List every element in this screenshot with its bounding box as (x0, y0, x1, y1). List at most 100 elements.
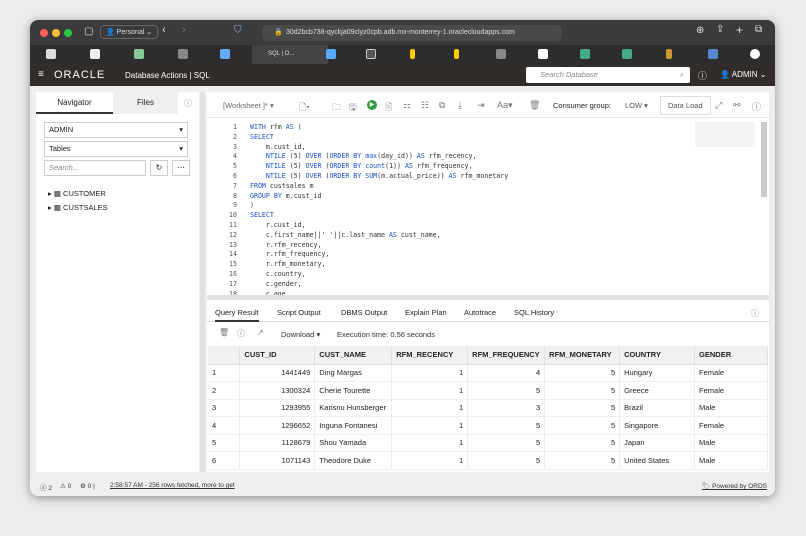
tab-favicon-icon[interactable] (750, 49, 760, 59)
user-menu[interactable]: 👤 ADMIN ⌄ (720, 70, 766, 79)
table-cell[interactable]: 1071143 (239, 451, 316, 470)
case-icon[interactable]: Aa▾ (497, 100, 513, 111)
tree-item-custsales[interactable]: ▸ ▦ CUSTSALES (48, 203, 108, 212)
close-window-button[interactable] (40, 29, 48, 37)
tab-favicon-icon[interactable] (220, 49, 230, 59)
tab-sql-history[interactable]: SQL History (514, 308, 554, 317)
table-row[interactable]: 2 1300324 Cherie Tourette 1 5 5 Greece Female (208, 381, 768, 400)
navigator-search-input[interactable]: Search... (44, 160, 146, 176)
tab-favicon-icon[interactable] (46, 49, 56, 59)
expand-icon[interactable]: ⤢ (715, 100, 722, 111)
table-cell[interactable]: Karisnu Hunsberger (314, 399, 393, 417)
tab-favicon-icon[interactable] (90, 49, 100, 59)
table-cell[interactable]: Female (694, 381, 768, 400)
table-cell[interactable]: 4 (208, 416, 241, 435)
tree-item-customer[interactable]: ▸ ▦ CUSTOMER (48, 189, 106, 198)
tab-favicon-icon[interactable] (580, 49, 590, 59)
table-cell[interactable]: 2 (208, 381, 241, 400)
column-header[interactable] (208, 346, 241, 365)
table-cell[interactable]: Greece (619, 381, 696, 400)
table-cell[interactable]: 5 (467, 434, 546, 452)
table-cell[interactable]: Inguna Fontanesi (314, 416, 393, 435)
column-header[interactable]: RFM_MONETARY (544, 346, 621, 365)
autotrace-icon[interactable]: ☷ (421, 100, 429, 111)
tab-favicon-icon[interactable] (708, 49, 718, 59)
consumer-group-select[interactable]: LOW ▾ (625, 101, 648, 110)
table-cell[interactable]: 3 (467, 399, 546, 417)
table-cell[interactable]: 5 (467, 451, 546, 470)
table-cell[interactable]: Female (694, 364, 768, 382)
table-cell[interactable]: 1293955 (239, 399, 316, 417)
table-cell[interactable]: 1 (391, 364, 469, 382)
column-header[interactable]: RFM_RECENCY (391, 346, 469, 365)
table-cell[interactable]: Singapore (619, 416, 696, 435)
table-cell[interactable]: 1 (208, 364, 241, 382)
table-cell[interactable]: 5 (544, 451, 621, 470)
worksheet-selector[interactable]: [Worksheet ]* ▾ (223, 101, 274, 110)
table-cell[interactable]: Cherie Tourette (314, 381, 393, 400)
table-cell[interactable]: 1 (391, 416, 469, 435)
open-icon[interactable]: 🗀 (332, 100, 341, 116)
table-cell[interactable]: 5 (467, 381, 546, 400)
errors-indicator[interactable]: ⓧ 2 (40, 482, 52, 492)
back-icon[interactable]: ‹ (162, 24, 166, 36)
open-external-icon[interactable]: ↗ (257, 328, 264, 337)
download-icon[interactable]: ⊕ (696, 25, 704, 36)
table-cell[interactable]: 5 (544, 416, 621, 435)
info-icon[interactable]: ⓘ (237, 328, 245, 339)
explain-icon[interactable]: ⚏ (403, 100, 411, 111)
share-icon[interactable]: ⇪ (716, 24, 724, 35)
table-cell[interactable]: 5 (544, 434, 621, 452)
table-cell[interactable]: Shou Yamada (314, 434, 393, 452)
history-icon[interactable]: ⧉ (439, 100, 445, 111)
tab-dbms-output[interactable]: DBMS Output (341, 308, 387, 317)
status-message[interactable]: 2:58:57 AM - 256 rows fetched, more to g… (110, 482, 235, 489)
sidebar-icon[interactable]: ▢ (84, 26, 93, 37)
help-icon[interactable]: ⓘ (698, 69, 707, 82)
table-row[interactable]: 5 1128679 Shou Yamada 1 5 5 Japan Male (208, 434, 768, 452)
table-row[interactable]: 6 1071143 Theodore Duke 1 5 5 United States Mal… (208, 451, 768, 470)
tab-favicon-icon[interactable] (666, 49, 672, 59)
panel-splitter[interactable] (200, 92, 205, 472)
schema-select[interactable]: ADMIN ▾ (44, 122, 188, 138)
table-cell[interactable]: 3 (208, 399, 241, 417)
tab-favicon-icon[interactable] (410, 49, 415, 59)
tab-query-result[interactable]: Query Result (215, 308, 259, 322)
tab-favicon-icon[interactable] (366, 49, 376, 59)
help-icon[interactable]: ⓘ (184, 98, 192, 109)
table-cell[interactable]: 1 (391, 451, 469, 470)
shield-icon[interactable]: ⛉ (234, 25, 242, 36)
forward-icon[interactable]: › (182, 24, 186, 36)
tab-favicon-icon[interactable] (178, 49, 188, 59)
menu-icon[interactable]: ≡ (38, 69, 44, 80)
editor-minimap[interactable] (695, 122, 755, 147)
table-cell[interactable]: Theodore Duke (314, 451, 393, 470)
table-cell[interactable]: Female (694, 416, 768, 435)
binoculars-icon[interactable]: ⚯ (733, 100, 741, 111)
table-cell[interactable]: United States (619, 451, 696, 470)
table-cell[interactable]: 1 (391, 399, 469, 417)
table-cell[interactable]: 1 (391, 381, 469, 400)
save-icon[interactable]: 🖫 (349, 100, 357, 116)
sql-editor[interactable]: 1 WITH rfm AS (2 SELECT 3 m.cust_id, 4 NTILE… (207, 119, 769, 298)
editor-scrollbar[interactable] (761, 122, 767, 197)
data-load-button[interactable]: Data Load (660, 96, 711, 115)
refresh-icon[interactable]: ↻ (150, 160, 168, 176)
column-header[interactable]: RFM_FREQUENCY (467, 346, 546, 365)
tab-navigator[interactable]: Navigator (36, 92, 113, 114)
table-row[interactable]: 1 1441449 Ding Margas 1 4 5 Hungary Female (208, 364, 768, 382)
tab-favicon-icon[interactable] (454, 49, 459, 59)
tab-script-output[interactable]: Script Output (277, 308, 321, 317)
table-cell[interactable]: 5 (208, 434, 241, 452)
table-cell[interactable]: Hungary (619, 364, 696, 382)
column-header[interactable]: CUST_ID (239, 346, 316, 365)
table-cell[interactable]: Brazil (619, 399, 696, 417)
powered-by-ords-link[interactable]: 🏷 Powered by ORDS (702, 482, 767, 490)
tab-favicon-icon[interactable] (134, 49, 144, 59)
new-file-icon[interactable]: 🗋▾ (299, 100, 310, 116)
table-cell[interactable]: Ding Margas (314, 364, 393, 382)
help-icon[interactable]: ⓘ (751, 308, 759, 319)
tab-explain-plan[interactable]: Explain Plan (405, 308, 447, 317)
minimize-window-button[interactable] (52, 29, 60, 37)
table-row[interactable]: 3 1293955 Karisnu Hunsberger 1 3 5 Brazil Male (208, 399, 768, 417)
